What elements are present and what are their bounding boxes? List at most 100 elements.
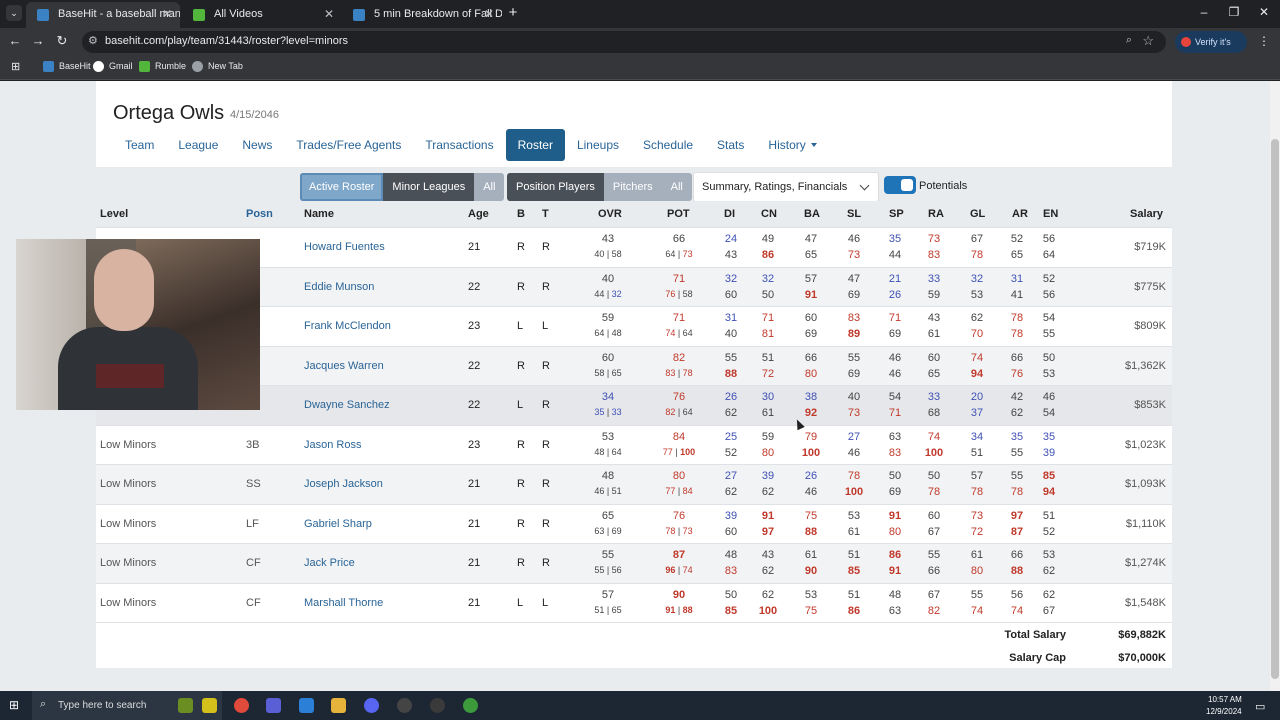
col-header-pot: POT: [667, 208, 690, 220]
bookmark-label: Rumble: [155, 61, 187, 71]
tab-news[interactable]: News: [230, 129, 284, 161]
tab-stats[interactable]: Stats: [705, 129, 756, 161]
split-separator: |: [675, 288, 683, 299]
bookmark-star-icon[interactable]: ☆: [1142, 33, 1154, 49]
forward-arrow-icon[interactable]: →: [29, 33, 47, 48]
tab-transactions[interactable]: Transactions: [413, 129, 505, 161]
col-header-posn[interactable]: Posn: [246, 208, 273, 220]
ovr-value: 55: [601, 549, 615, 561]
col-header-name: Name: [304, 208, 334, 220]
apps-grid-icon[interactable]: ⊞: [11, 60, 20, 73]
rating-sl-current: 27: [847, 430, 861, 443]
position-cell: CF: [246, 596, 261, 609]
taskbar-search-box[interactable]: ⌕ Type here to search: [32, 691, 222, 720]
close-icon[interactable]: ✕: [324, 2, 334, 27]
site-info-icon[interactable]: ⚙: [88, 34, 98, 47]
view-select[interactable]: Summary, Ratings, Financials: [693, 172, 879, 202]
verify-profile-button[interactable]: Verify it's you: [1175, 31, 1247, 69]
bookmark-rumble[interactable]: Rumble: [139, 61, 187, 72]
player-name-link[interactable]: Marshall Thorne: [304, 597, 383, 609]
browser-tab-basehit[interactable]: BaseHit - a baseball manageme ✕: [26, 2, 180, 28]
potentials-toggle[interactable]: [884, 176, 916, 194]
close-icon[interactable]: ✕: [162, 2, 172, 27]
rating-en-potential: 67: [1042, 604, 1056, 617]
active-roster-button[interactable]: Active Roster: [300, 173, 384, 201]
age-cell: 22: [468, 280, 481, 293]
bookmark-label: New Tab: [208, 61, 243, 71]
app-pinned-icon[interactable]: [178, 698, 193, 713]
player-name-link[interactable]: Jacques Warren: [304, 360, 384, 372]
notifications-icon[interactable]: ▭: [1255, 700, 1265, 713]
copilot-icon[interactable]: [266, 698, 281, 713]
player-name-link[interactable]: Jack Price: [304, 557, 355, 569]
tab-trades-free-agents[interactable]: Trades/Free Agents: [284, 129, 413, 161]
zoom-icon[interactable]: ⌕: [1126, 34, 1132, 47]
tab-schedule[interactable]: Schedule: [631, 129, 705, 161]
player-name-link[interactable]: Gabriel Sharp: [304, 518, 372, 530]
browser-tab-breakdown[interactable]: 5 min Breakdown of Fall Divisio ✕: [342, 2, 502, 28]
tab-search-icon[interactable]: ⌄: [6, 5, 22, 21]
reload-icon[interactable]: ↻: [53, 33, 71, 49]
player-name-link[interactable]: Eddie Munson: [304, 281, 374, 293]
player-name-link[interactable]: Howard Fuentes: [304, 241, 385, 253]
bookmark-basehit[interactable]: BaseHit: [43, 61, 91, 72]
browser-tab-videos[interactable]: All Videos ✕: [182, 2, 342, 28]
close-icon[interactable]: ✕: [484, 2, 494, 27]
address-bar[interactable]: ⚙ basehit.com/play/team/31443/roster?lev…: [82, 31, 1166, 53]
url-text[interactable]: basehit.com/play/team/31443/roster?level…: [105, 35, 348, 47]
rating-sp-potential: 63: [888, 604, 902, 617]
scrollbar-thumb[interactable]: [1271, 139, 1279, 679]
discord-icon[interactable]: [364, 698, 379, 713]
clock-date[interactable]: 12/9/2024: [1206, 707, 1242, 716]
store-icon[interactable]: [299, 698, 314, 713]
pot-split-right: 64: [682, 407, 693, 417]
player-name-link[interactable]: Dwayne Sanchez: [304, 399, 390, 411]
file-explorer-icon[interactable]: [331, 698, 346, 713]
app-pinned-icon[interactable]: [397, 698, 412, 713]
pitchers-button[interactable]: Pitchers: [603, 173, 662, 201]
ovr-split-left: 35: [594, 407, 605, 417]
tab-history[interactable]: History: [756, 129, 828, 161]
minimize-icon[interactable]: –: [1194, 5, 1214, 19]
throws-cell: R: [542, 557, 550, 569]
pot-split-left: 91: [665, 604, 676, 615]
bookmark-gmail[interactable]: Gmail: [93, 61, 133, 72]
restore-icon[interactable]: ❐: [1224, 5, 1244, 19]
ovr-split-right: 51: [611, 486, 622, 496]
age-cell: 22: [468, 399, 481, 411]
minor-leagues-button[interactable]: Minor Leagues: [383, 173, 475, 201]
age-cell: 21: [468, 517, 481, 530]
app-pinned-icon[interactable]: [202, 698, 217, 713]
col-header-cn: CN: [761, 208, 777, 220]
rating-ba-current: 26: [804, 470, 818, 482]
menu-kebab-icon[interactable]: ⋮: [1258, 34, 1270, 48]
browser-tab-bar: ⌄ BaseHit - a baseball manageme ✕ All Vi…: [0, 0, 1280, 28]
app-pinned-icon[interactable]: [430, 698, 445, 713]
windows-start-icon[interactable]: ⊞: [9, 698, 19, 712]
player-name-link[interactable]: Frank McClendon: [304, 320, 391, 332]
total-salary-value: $69,882K: [1118, 629, 1166, 641]
basehit-favicon-icon: [37, 9, 49, 21]
tab-lineups[interactable]: Lineups: [565, 129, 631, 161]
bookmark-new-tab[interactable]: New Tab: [192, 61, 243, 72]
position-players-button[interactable]: Position Players: [507, 173, 604, 201]
window-close-icon[interactable]: ✕: [1254, 5, 1274, 19]
rating-ra-current: 33: [927, 391, 941, 403]
tab-roster[interactable]: Roster: [505, 129, 565, 161]
team-header-card: Ortega Owls 4/15/2046 Team League News T…: [96, 81, 1172, 167]
player-name-link[interactable]: Joseph Jackson: [304, 478, 383, 490]
roster-all-button[interactable]: All: [474, 173, 505, 201]
tab-league[interactable]: League: [166, 129, 230, 161]
clock-time[interactable]: 10:57 AM: [1208, 695, 1242, 704]
player-name-link[interactable]: Jason Ross: [304, 439, 361, 451]
app-pinned-icon[interactable]: [463, 698, 478, 713]
pot-split-right: 88: [682, 604, 693, 615]
new-tab-plus-icon[interactable]: +: [504, 4, 522, 21]
salary-cell: $1,548K: [1125, 596, 1166, 609]
tab-team[interactable]: Team: [113, 129, 166, 161]
col-header-sl: SL: [847, 208, 862, 220]
back-arrow-icon[interactable]: ←: [6, 33, 24, 48]
page-scrollbar[interactable]: [1270, 81, 1280, 691]
chrome-icon[interactable]: [234, 698, 249, 713]
players-all-button[interactable]: All: [661, 173, 692, 201]
